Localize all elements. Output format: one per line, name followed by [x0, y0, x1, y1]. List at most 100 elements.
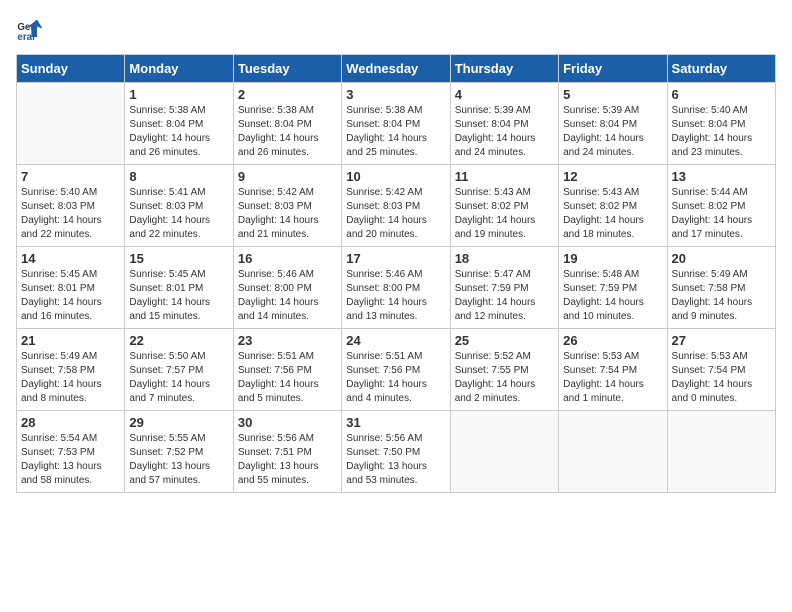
day-cell: 10 Sunrise: 5:42 AM Sunset: 8:03 PM Dayli… [342, 165, 450, 247]
day-number: 27 [672, 333, 771, 348]
day-info: Sunrise: 5:47 AM Sunset: 7:59 PM Dayligh… [455, 268, 554, 324]
weekday-header: Sunday [17, 55, 125, 83]
day-cell: 25 Sunrise: 5:52 AM Sunset: 7:55 PM Dayli… [450, 329, 558, 411]
day-cell: 19 Sunrise: 5:48 AM Sunset: 7:59 PM Dayli… [559, 247, 667, 329]
day-number: 26 [563, 333, 662, 348]
day-info: Sunrise: 5:38 AM Sunset: 8:04 PM Dayligh… [129, 104, 228, 160]
day-info: Sunrise: 5:40 AM Sunset: 8:03 PM Dayligh… [21, 186, 120, 242]
day-cell: 30Sunrise: 5:56 AM Sunset: 7:51 PM Dayli… [233, 411, 341, 493]
day-number: 31 [346, 415, 445, 430]
day-number: 17 [346, 251, 445, 266]
day-number: 13 [672, 169, 771, 184]
day-cell [17, 83, 125, 165]
day-cell: 7 Sunrise: 5:40 AM Sunset: 8:03 PM Daylig… [17, 165, 125, 247]
day-number: 11 [455, 169, 554, 184]
day-info: Sunrise: 5:42 AM Sunset: 8:03 PM Dayligh… [346, 186, 445, 242]
day-number: 20 [672, 251, 771, 266]
day-cell: 4 Sunrise: 5:39 AM Sunset: 8:04 PM Daylig… [450, 83, 558, 165]
day-cell: 22 Sunrise: 5:50 AM Sunset: 7:57 PM Dayli… [125, 329, 233, 411]
day-info: Sunrise: 5:56 AM Sunset: 7:51 PM Dayligh… [238, 432, 337, 488]
day-cell: 16 Sunrise: 5:46 AM Sunset: 8:00 PM Dayli… [233, 247, 341, 329]
week-row: 28Sunrise: 5:54 AM Sunset: 7:53 PM Dayli… [17, 411, 776, 493]
header: Gen eral [16, 16, 776, 44]
day-number: 29 [129, 415, 228, 430]
day-info: Sunrise: 5:54 AM Sunset: 7:53 PM Dayligh… [21, 432, 120, 488]
day-info: Sunrise: 5:45 AM Sunset: 8:01 PM Dayligh… [129, 268, 228, 324]
day-cell: 5Sunrise: 5:39 AM Sunset: 8:04 PM Daylig… [559, 83, 667, 165]
day-info: Sunrise: 5:44 AM Sunset: 8:02 PM Dayligh… [672, 186, 771, 242]
day-cell: 26 Sunrise: 5:53 AM Sunset: 7:54 PM Dayli… [559, 329, 667, 411]
logo: Gen eral [16, 16, 48, 44]
day-cell [559, 411, 667, 493]
day-number: 3 [346, 87, 445, 102]
day-number: 23 [238, 333, 337, 348]
week-row: 7 Sunrise: 5:40 AM Sunset: 8:03 PM Daylig… [17, 165, 776, 247]
day-cell: 2 Sunrise: 5:38 AM Sunset: 8:04 PM Daylig… [233, 83, 341, 165]
day-info: Sunrise: 5:48 AM Sunset: 7:59 PM Dayligh… [563, 268, 662, 324]
weekday-header: Tuesday [233, 55, 341, 83]
day-info: Sunrise: 5:40 AM Sunset: 8:04 PM Dayligh… [672, 104, 771, 160]
day-cell: 3Sunrise: 5:38 AM Sunset: 8:04 PM Daylig… [342, 83, 450, 165]
day-info: Sunrise: 5:46 AM Sunset: 8:00 PM Dayligh… [346, 268, 445, 324]
day-info: Sunrise: 5:53 AM Sunset: 7:54 PM Dayligh… [563, 350, 662, 406]
weekday-header: Wednesday [342, 55, 450, 83]
weekday-header: Monday [125, 55, 233, 83]
day-number: 12 [563, 169, 662, 184]
day-number: 14 [21, 251, 120, 266]
day-info: Sunrise: 5:42 AM Sunset: 8:03 PM Dayligh… [238, 186, 337, 242]
day-cell [667, 411, 775, 493]
day-cell: 27 Sunrise: 5:53 AM Sunset: 7:54 PM Dayli… [667, 329, 775, 411]
day-info: Sunrise: 5:38 AM Sunset: 8:04 PM Dayligh… [238, 104, 337, 160]
day-number: 16 [238, 251, 337, 266]
day-cell: 17 Sunrise: 5:46 AM Sunset: 8:00 PM Dayli… [342, 247, 450, 329]
day-number: 8 [129, 169, 228, 184]
day-info: Sunrise: 5:39 AM Sunset: 8:04 PM Dayligh… [455, 104, 554, 160]
logo-icon: Gen eral [16, 16, 44, 44]
weekday-header: Saturday [667, 55, 775, 83]
day-number: 22 [129, 333, 228, 348]
day-info: Sunrise: 5:56 AM Sunset: 7:50 PM Dayligh… [346, 432, 445, 488]
day-cell [450, 411, 558, 493]
day-cell: 9 Sunrise: 5:42 AM Sunset: 8:03 PM Daylig… [233, 165, 341, 247]
weekday-header-row: SundayMondayTuesdayWednesdayThursdayFrid… [17, 55, 776, 83]
day-cell: 6Sunrise: 5:40 AM Sunset: 8:04 PM Daylig… [667, 83, 775, 165]
weekday-header: Friday [559, 55, 667, 83]
day-cell: 23 Sunrise: 5:51 AM Sunset: 7:56 PM Dayli… [233, 329, 341, 411]
day-info: Sunrise: 5:49 AM Sunset: 7:58 PM Dayligh… [672, 268, 771, 324]
day-cell: 21Sunrise: 5:49 AM Sunset: 7:58 PM Dayli… [17, 329, 125, 411]
week-row: 21Sunrise: 5:49 AM Sunset: 7:58 PM Dayli… [17, 329, 776, 411]
day-number: 19 [563, 251, 662, 266]
day-info: Sunrise: 5:53 AM Sunset: 7:54 PM Dayligh… [672, 350, 771, 406]
day-number: 7 [21, 169, 120, 184]
day-number: 4 [455, 87, 554, 102]
day-number: 25 [455, 333, 554, 348]
day-cell: 18 Sunrise: 5:47 AM Sunset: 7:59 PM Dayli… [450, 247, 558, 329]
week-row: 1Sunrise: 5:38 AM Sunset: 8:04 PM Daylig… [17, 83, 776, 165]
day-cell: 15Sunrise: 5:45 AM Sunset: 8:01 PM Dayli… [125, 247, 233, 329]
day-info: Sunrise: 5:43 AM Sunset: 8:02 PM Dayligh… [563, 186, 662, 242]
day-cell: 28Sunrise: 5:54 AM Sunset: 7:53 PM Dayli… [17, 411, 125, 493]
day-cell: 14 Sunrise: 5:45 AM Sunset: 8:01 PM Dayli… [17, 247, 125, 329]
day-number: 18 [455, 251, 554, 266]
day-info: Sunrise: 5:55 AM Sunset: 7:52 PM Dayligh… [129, 432, 228, 488]
day-info: Sunrise: 5:51 AM Sunset: 7:56 PM Dayligh… [346, 350, 445, 406]
day-cell: 20 Sunrise: 5:49 AM Sunset: 7:58 PM Dayli… [667, 247, 775, 329]
day-info: Sunrise: 5:52 AM Sunset: 7:55 PM Dayligh… [455, 350, 554, 406]
day-info: Sunrise: 5:45 AM Sunset: 8:01 PM Dayligh… [21, 268, 120, 324]
day-info: Sunrise: 5:51 AM Sunset: 7:56 PM Dayligh… [238, 350, 337, 406]
day-info: Sunrise: 5:46 AM Sunset: 8:00 PM Dayligh… [238, 268, 337, 324]
day-number: 21 [21, 333, 120, 348]
day-number: 24 [346, 333, 445, 348]
day-info: Sunrise: 5:43 AM Sunset: 8:02 PM Dayligh… [455, 186, 554, 242]
day-info: Sunrise: 5:50 AM Sunset: 7:57 PM Dayligh… [129, 350, 228, 406]
day-cell: 29 Sunrise: 5:55 AM Sunset: 7:52 PM Dayli… [125, 411, 233, 493]
day-cell: 11 Sunrise: 5:43 AM Sunset: 8:02 PM Dayli… [450, 165, 558, 247]
day-cell: 24 Sunrise: 5:51 AM Sunset: 7:56 PM Dayli… [342, 329, 450, 411]
day-number: 2 [238, 87, 337, 102]
day-number: 9 [238, 169, 337, 184]
day-cell: 12 Sunrise: 5:43 AM Sunset: 8:02 PM Dayli… [559, 165, 667, 247]
day-cell: 13 Sunrise: 5:44 AM Sunset: 8:02 PM Dayli… [667, 165, 775, 247]
day-number: 10 [346, 169, 445, 184]
day-cell: 8Sunrise: 5:41 AM Sunset: 8:03 PM Daylig… [125, 165, 233, 247]
weekday-header: Thursday [450, 55, 558, 83]
